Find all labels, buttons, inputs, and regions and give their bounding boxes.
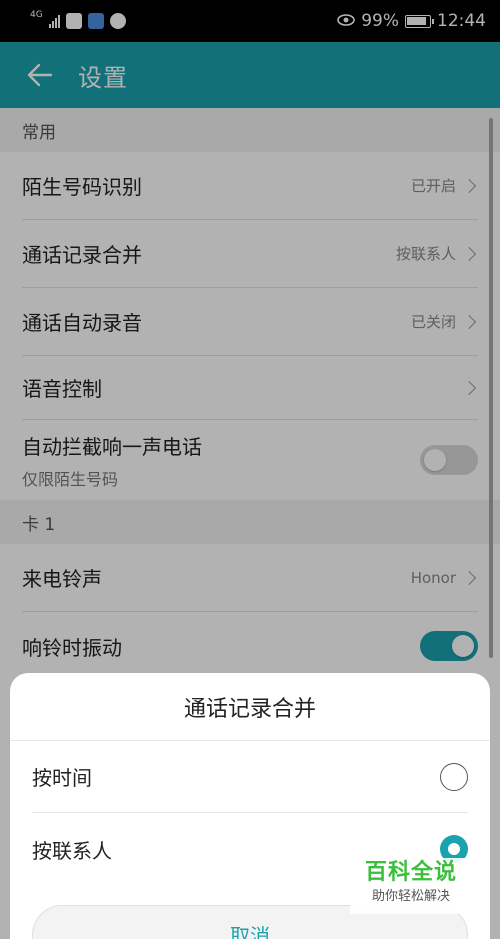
dialog-title: 通话记录合并 bbox=[10, 673, 490, 741]
watermark-logo: 百科全说 助你轻松解决 bbox=[350, 858, 472, 914]
watermark-brand: 百科全说 bbox=[364, 860, 457, 885]
option-label: 按联系人 bbox=[32, 838, 112, 863]
radio-button[interactable] bbox=[440, 762, 468, 791]
option-label: 按时间 bbox=[32, 766, 92, 790]
option-by-time[interactable]: 按时间 bbox=[32, 741, 468, 813]
watermark-slogan: 助你轻松解决 bbox=[371, 889, 450, 904]
